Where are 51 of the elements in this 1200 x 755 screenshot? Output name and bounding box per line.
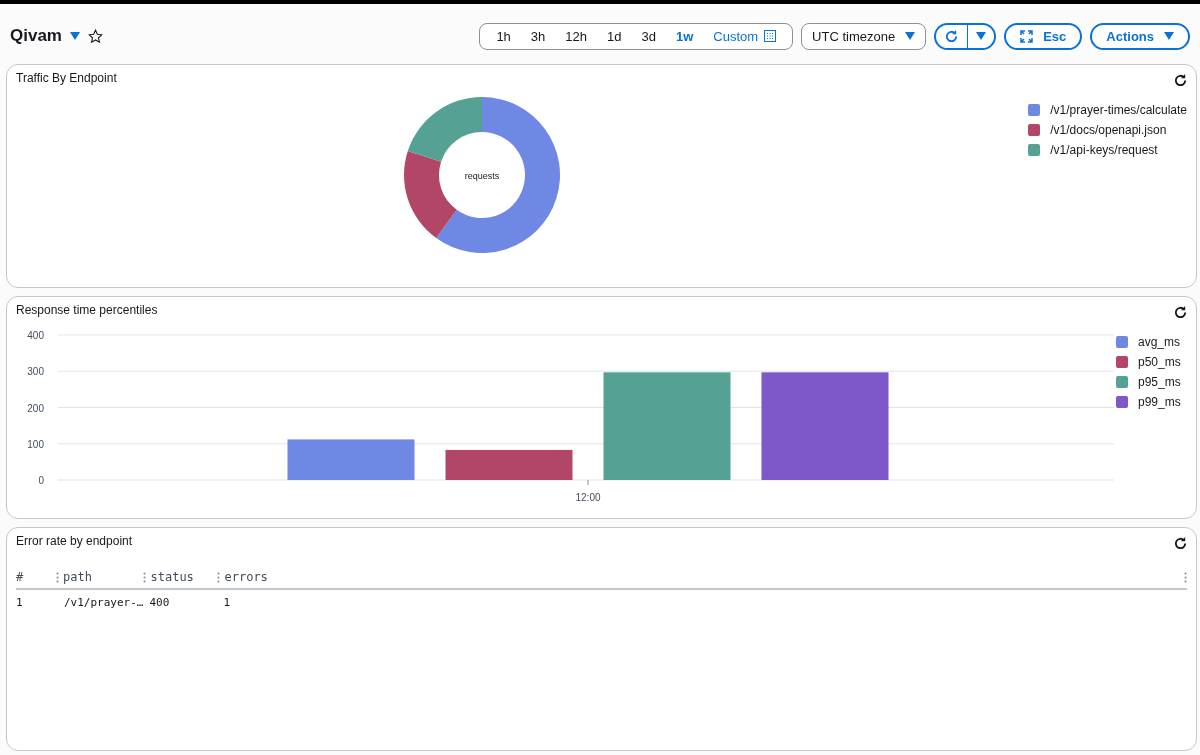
column-header[interactable]: #: [16, 570, 24, 585]
column-header[interactable]: errors: [224, 570, 268, 585]
timezone-dropdown[interactable]: UTC timezone: [801, 22, 927, 50]
column-header[interactable]: path: [63, 570, 92, 585]
fullscreen-button[interactable]: Esc: [1004, 22, 1083, 50]
legend-item: p99_ms: [1116, 394, 1181, 409]
legend-item: avg_ms: [1116, 334, 1181, 349]
y-tick-label: 0: [38, 474, 44, 486]
caret-icon: [70, 32, 80, 40]
caret-icon: [976, 32, 987, 40]
actions-button[interactable]: Actions: [1090, 22, 1190, 50]
resize-handle-icon[interactable]: [56, 571, 59, 583]
legend-item: /v1/api-keys/request: [1028, 143, 1187, 157]
resize-handle-icon[interactable]: [1184, 571, 1187, 583]
caret-icon: [905, 32, 916, 40]
y-tick-label: 200: [27, 402, 44, 414]
time-range-option[interactable]: 12h: [555, 28, 598, 44]
y-tick-label: 400: [27, 329, 44, 341]
table-cell: 1: [16, 596, 23, 610]
time-range-option[interactable]: 1d: [597, 28, 632, 44]
refresh-icon: [944, 28, 960, 44]
refresh-icon: [1173, 73, 1188, 88]
refresh-icon: [1173, 304, 1188, 320]
table-cell: 1: [223, 596, 231, 610]
time-range-option[interactable]: Custom: [703, 28, 787, 44]
dashboard-title: Qivam: [10, 26, 62, 46]
fullscreen-icon: [1020, 29, 1034, 43]
y-tick-label: 300: [27, 365, 44, 377]
legend-item: p95_ms: [1116, 374, 1181, 389]
table-cell: 400: [149, 596, 170, 610]
star-icon[interactable]: [88, 28, 103, 44]
legend-item: p50_ms: [1116, 354, 1181, 369]
column-header[interactable]: status: [150, 570, 194, 585]
resize-handle-icon[interactable]: [217, 571, 221, 583]
time-range-option[interactable]: 1h: [486, 28, 521, 44]
time-range-option[interactable]: 3d: [631, 28, 666, 44]
panel-title: Traffic By Endpoint: [16, 71, 117, 85]
table-cell: /v1/prayer-…: [64, 596, 144, 610]
caret-icon: [1164, 32, 1174, 40]
calendar-icon: [764, 30, 777, 42]
panel-title: Error rate by endpoint: [16, 534, 133, 549]
legend-item: /v1/docs/openapi.json: [1028, 123, 1187, 137]
refresh-icon: [1173, 536, 1188, 552]
panel-title: Response time percentiles: [16, 302, 158, 317]
y-tick-label: 100: [27, 438, 44, 450]
time-range-option[interactable]: 1w: [665, 28, 704, 44]
time-range-option[interactable]: 3h: [520, 28, 556, 44]
donut-center-label: requests: [464, 171, 500, 181]
resize-handle-icon[interactable]: [143, 571, 147, 583]
legend-item: /v1/prayer-times/calculate: [1028, 103, 1187, 117]
x-tick-label: 12:00: [575, 491, 601, 503]
